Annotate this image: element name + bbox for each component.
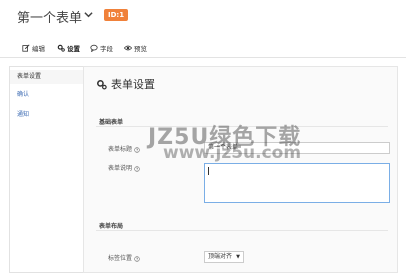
tab-bar: 编辑 设置 字段 预览 <box>0 34 406 58</box>
settings-panel: 表单设置 基础表单 表单标题 第一个表单 表单说明 表单布局 标签位置 顶端对齐… <box>83 66 398 273</box>
sidebar-item-confirmation[interactable]: 确认 <box>10 88 84 102</box>
section-layout-title: 表单布局 <box>99 223 124 230</box>
caret-down-icon: ▼ <box>236 254 240 260</box>
form-id-badge: ID:1 <box>104 9 129 21</box>
tab-label: 预览 <box>134 45 147 53</box>
label-text: 标签位置 <box>108 255 133 262</box>
section-basic-title: 基础表单 <box>99 119 124 126</box>
form-description-textarea[interactable] <box>204 163 390 203</box>
watermark-url: www.jz5u.com <box>163 143 302 163</box>
label-text: 表单标题 <box>108 146 133 153</box>
sidebar-item-notification[interactable]: 通知 <box>10 108 84 122</box>
label-position-label: 标签位置 <box>108 253 140 262</box>
text-caret <box>208 167 209 175</box>
tab-preview[interactable]: 预览 <box>124 40 147 56</box>
label-text: 表单说明 <box>108 165 133 172</box>
comment-icon <box>90 44 98 52</box>
label-position-select[interactable]: 顶端对齐 ▼ <box>204 251 244 263</box>
form-description-label: 表单说明 <box>108 163 140 172</box>
help-icon[interactable] <box>134 255 140 262</box>
gear-icon <box>96 79 107 90</box>
help-icon[interactable] <box>134 146 140 153</box>
settings-sidebar: 表单设置 确认 通知 <box>9 66 84 273</box>
help-icon[interactable] <box>134 165 140 172</box>
tab-label: 编辑 <box>32 45 45 53</box>
edit-icon <box>22 44 30 52</box>
panel-title: 表单设置 <box>111 78 155 91</box>
tab-settings[interactable]: 设置 <box>57 40 80 56</box>
form-title-label: 表单标题 <box>108 144 140 153</box>
sidebar-item-form-settings[interactable]: 表单设置 <box>10 70 84 84</box>
form-title[interactable]: 第一个表单 <box>17 7 82 26</box>
tab-label: 设置 <box>67 45 80 53</box>
tab-edit[interactable]: 编辑 <box>22 40 45 56</box>
section-divider <box>96 230 388 231</box>
tab-label: 字段 <box>100 45 113 53</box>
tab-items[interactable]: 字段 <box>90 40 113 56</box>
chevron-down-icon[interactable] <box>84 10 93 19</box>
eye-icon <box>124 45 132 51</box>
panel-heading: 表单设置 <box>96 76 155 92</box>
select-value: 顶端对齐 <box>208 253 233 260</box>
header: 第一个表单 ID:1 <box>0 0 406 30</box>
gear-icon <box>57 44 65 52</box>
